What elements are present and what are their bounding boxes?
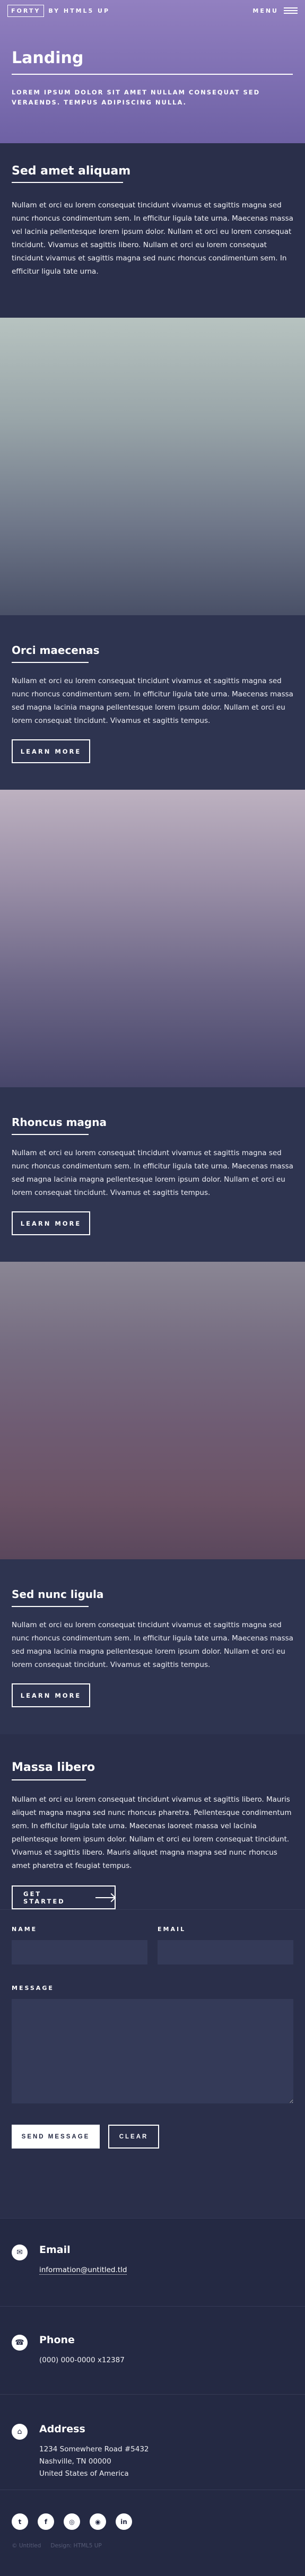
tile-title: Sed nunc ligula bbox=[12, 1588, 104, 1601]
tile-rhoncus-magna: Rhoncus magna Nullam et orci eu lorem co… bbox=[0, 1087, 305, 1262]
address-line-3: United States of America bbox=[39, 2469, 129, 2478]
design-credit: Design: HTML5 UP bbox=[50, 2543, 102, 2549]
email-input[interactable] bbox=[158, 1940, 293, 1964]
menu-label: MENU bbox=[252, 7, 278, 14]
facebook-icon[interactable]: f bbox=[38, 2513, 54, 2530]
phone-value: (000) 000-0000 x12387 bbox=[39, 2356, 125, 2364]
page-title: Landing bbox=[12, 49, 84, 67]
tile-sed-nunc-ligula: Sed nunc ligula Nullam et orci eu lorem … bbox=[0, 1559, 305, 1734]
email-field-group: EMAIL bbox=[158, 1926, 293, 1964]
github-icon[interactable]: ◉ bbox=[90, 2513, 106, 2530]
site-header: FORTY BY HTML5 UP MENU bbox=[0, 0, 305, 21]
title-divider bbox=[12, 74, 293, 75]
title-underline bbox=[12, 1134, 89, 1135]
tile-orci-maecenas: Orci maecenas Nullam et orci eu lorem co… bbox=[0, 615, 305, 790]
tile-image-3 bbox=[0, 1262, 305, 1559]
contact-address: ⌂ Address 1234 Somewhere Road #5432 Nash… bbox=[0, 2394, 305, 2490]
contact-phone: ☎ Phone (000) 000-0000 x12387 bbox=[0, 2306, 305, 2394]
send-message-button[interactable]: SEND MESSAGE bbox=[12, 2125, 100, 2149]
name-input[interactable] bbox=[12, 1940, 147, 1964]
address-line-2: Nashville, TN 00000 bbox=[39, 2457, 111, 2466]
tile-image-2 bbox=[0, 790, 305, 1087]
contact-form: NAME EMAIL MESSAGE SEND MESSAGE CLEAR bbox=[0, 1909, 305, 2218]
instagram-icon[interactable]: ◎ bbox=[64, 2513, 80, 2530]
learn-more-button[interactable]: LEARN MORE bbox=[12, 1683, 90, 1707]
title-underline bbox=[12, 1779, 86, 1780]
email-label: EMAIL bbox=[158, 1926, 186, 1933]
message-textarea[interactable] bbox=[12, 1999, 293, 2103]
tile-text: Nullam et orci eu lorem consequat tincid… bbox=[12, 1149, 293, 1197]
arrow-right-icon bbox=[95, 1897, 115, 1898]
logo-byline: BY HTML5 UP bbox=[48, 7, 110, 14]
intro-text: Nullam et orci eu lorem consequat tincid… bbox=[12, 201, 293, 276]
address-line-1: 1234 Somewhere Road #5432 bbox=[39, 2445, 149, 2453]
massa-section: Massa libero Nullam et orci eu lorem con… bbox=[0, 1734, 305, 1909]
email-link[interactable]: information@untitled.tld bbox=[39, 2266, 127, 2275]
name-field-group: NAME bbox=[12, 1926, 147, 1964]
contact-address-title: Address bbox=[39, 2423, 85, 2435]
envelope-icon: ✉ bbox=[12, 2245, 28, 2260]
message-label: MESSAGE bbox=[12, 1985, 54, 1992]
clear-button[interactable]: CLEAR bbox=[108, 2125, 159, 2149]
social-links: t f ◎ ◉ in bbox=[12, 2513, 293, 2530]
learn-more-button[interactable]: LEARN MORE bbox=[12, 1211, 90, 1235]
get-started-button[interactable]: GET STARTED bbox=[12, 1885, 116, 1909]
site-footer: t f ◎ ◉ in © Untitled Design: HTML5 UP bbox=[0, 2490, 305, 2576]
title-underline bbox=[12, 182, 123, 183]
hamburger-icon bbox=[284, 7, 298, 14]
copyright-line: © Untitled Design: HTML5 UP bbox=[12, 2543, 293, 2549]
contact-email-title: Email bbox=[39, 2244, 71, 2256]
phone-icon: ☎ bbox=[12, 2335, 28, 2351]
linkedin-icon[interactable]: in bbox=[116, 2513, 132, 2530]
learn-more-button[interactable]: LEARN MORE bbox=[12, 739, 90, 763]
tile-text: Nullam et orci eu lorem consequat tincid… bbox=[12, 677, 293, 725]
massa-title: Massa libero bbox=[12, 1761, 95, 1774]
get-started-label: GET STARTED bbox=[23, 1890, 65, 1905]
contact-email: ✉ Email information@untitled.tld bbox=[0, 2218, 305, 2306]
home-icon: ⌂ bbox=[12, 2424, 28, 2440]
copyright-text: © Untitled bbox=[12, 2543, 41, 2549]
contact-info: ✉ Email information@untitled.tld ☎ Phone… bbox=[0, 2218, 305, 2490]
logo-box: FORTY bbox=[7, 4, 45, 17]
name-label: NAME bbox=[12, 1926, 38, 1933]
hero-banner: Landing LOREM IPSUM DOLOR SIT AMET NULLA… bbox=[0, 0, 305, 143]
contact-phone-title: Phone bbox=[39, 2334, 75, 2346]
message-field-group: MESSAGE bbox=[12, 1985, 293, 2106]
site-logo[interactable]: FORTY BY HTML5 UP bbox=[7, 4, 110, 17]
massa-text: Nullam et orci eu lorem consequat tincid… bbox=[12, 1795, 292, 1870]
intro-title: Sed amet aliquam bbox=[12, 164, 131, 178]
tile-image-1 bbox=[0, 318, 305, 615]
title-underline bbox=[12, 1606, 89, 1607]
title-underline bbox=[12, 662, 89, 663]
twitter-icon[interactable]: t bbox=[12, 2513, 28, 2530]
tile-text: Nullam et orci eu lorem consequat tincid… bbox=[12, 1621, 293, 1669]
hero-subtitle: LOREM IPSUM DOLOR SIT AMET NULLAM CONSEQ… bbox=[12, 89, 260, 106]
tile-title: Rhoncus magna bbox=[12, 1116, 107, 1129]
intro-section: Sed amet aliquam Nullam et orci eu lorem… bbox=[0, 143, 305, 318]
tile-title: Orci maecenas bbox=[12, 644, 100, 657]
menu-toggle[interactable]: MENU bbox=[252, 7, 298, 14]
